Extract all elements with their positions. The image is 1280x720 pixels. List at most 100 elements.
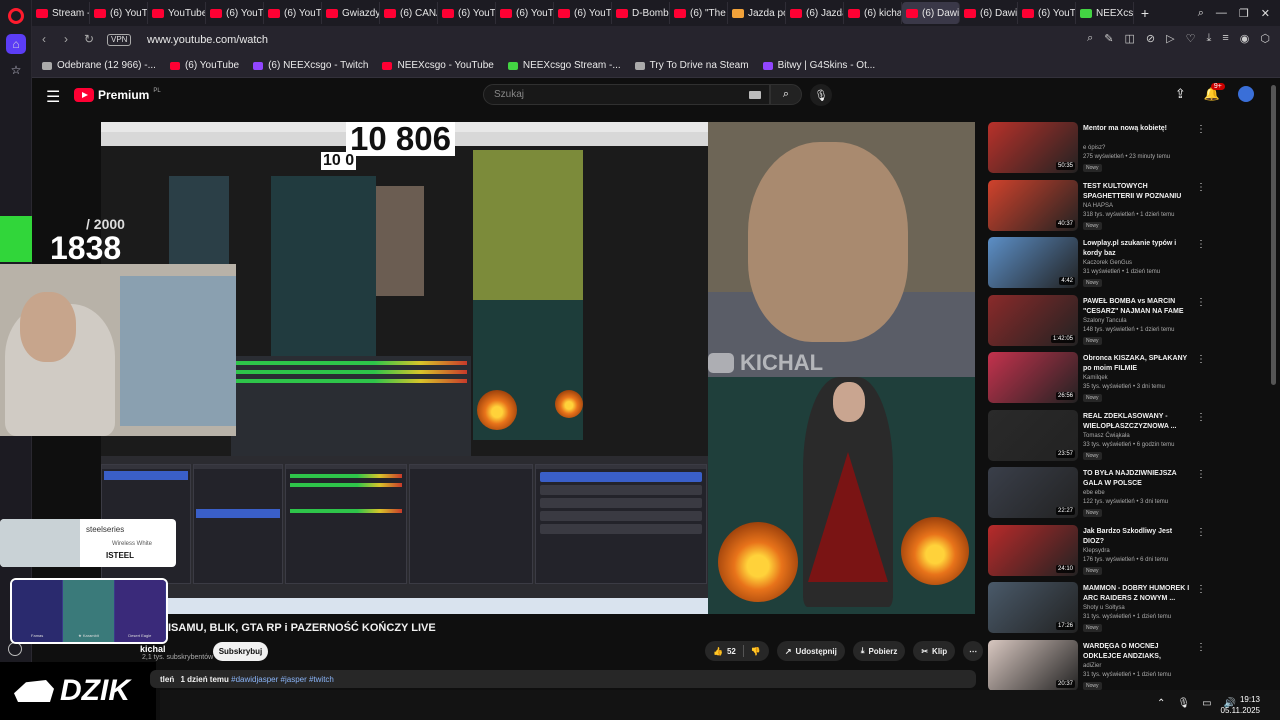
video-title[interactable]: MAMMON - DOBRY HUMOREK I ARC RAIDERS Z N… bbox=[1083, 584, 1191, 604]
video-title[interactable]: TO BYŁA NAJDZIWNIEJSZA GALA W POLSCE bbox=[1083, 469, 1191, 489]
video-thumbnail[interactable]: 50:35 bbox=[988, 122, 1078, 173]
browser-tab[interactable]: (6) YouTu bbox=[206, 2, 264, 24]
browser-tab[interactable]: D-Bomb bbox=[612, 2, 670, 24]
adblock-icon[interactable]: ⊘ bbox=[1146, 32, 1155, 45]
more-actions-button[interactable]: ⋯ bbox=[963, 641, 984, 661]
channel-name[interactable]: NA HAPSA bbox=[1083, 203, 1113, 209]
new-tab-icon[interactable]: + bbox=[1134, 2, 1156, 24]
taskbar-clock[interactable]: 19:13 05.11.2025 bbox=[1221, 694, 1260, 716]
recommended-video[interactable]: 20:37 WARDĘGA O MOCNEJ ODKLEJCE ANDZIAKS,… bbox=[988, 639, 1270, 692]
subscribe-button[interactable]: Subskrybuj bbox=[213, 642, 268, 661]
search-input[interactable]: Szukaj bbox=[483, 84, 770, 105]
more-vert-icon[interactable]: ⋮ bbox=[1196, 297, 1206, 308]
edit-icon[interactable]: ✎ bbox=[1104, 32, 1113, 45]
download-icon[interactable]: ⤓ bbox=[1206, 32, 1211, 45]
close-icon[interactable]: ✕ bbox=[1261, 7, 1270, 20]
video-title[interactable]: Obronca KISZAKA, SPŁAKANY po moim FILMIE bbox=[1083, 354, 1191, 374]
recommended-video[interactable]: 24:10 Jak Bardzo Szkodliwy Jest DIOZ? Klep… bbox=[988, 524, 1270, 577]
video-thumbnail[interactable]: 1:42:05 bbox=[988, 294, 1078, 346]
youtube-premium-logo[interactable]: Premium PL bbox=[74, 88, 161, 102]
reload-icon[interactable]: ↻ bbox=[84, 32, 94, 46]
opera-logo-icon[interactable] bbox=[8, 8, 24, 24]
voice-search-button[interactable]: 🎙 bbox=[810, 84, 832, 106]
description-box[interactable]: tleń 1 dzień temu #dawidjasper #jasper #… bbox=[150, 670, 976, 688]
recommended-video[interactable]: 50:35 Mentor ma nową kobietę! e ópisz? 275 … bbox=[988, 122, 1270, 174]
more-vert-icon[interactable]: ⋮ bbox=[1196, 354, 1206, 365]
recommended-video[interactable]: 26:56 Obronca KISZAKA, SPŁAKANY po moim F… bbox=[988, 352, 1270, 404]
more-vert-icon[interactable]: ⋮ bbox=[1196, 527, 1206, 538]
player-icon[interactable]: ▷ bbox=[1166, 32, 1174, 45]
like-button[interactable]: 👍 52 👎 bbox=[705, 641, 769, 661]
channel-name[interactable]: Klepsydra bbox=[1083, 548, 1110, 554]
profile-icon[interactable]: ◉ bbox=[1240, 32, 1250, 45]
bookmark-item[interactable]: Odebrane (12 966) -... bbox=[42, 60, 156, 71]
video-thumbnail[interactable]: 20:37 bbox=[988, 639, 1078, 691]
browser-tab[interactable]: Stream - I bbox=[32, 2, 90, 24]
browser-tab[interactable]: (6) YouTu bbox=[1018, 2, 1076, 24]
workspace-home-icon[interactable]: ⌂ bbox=[6, 34, 26, 54]
video-title[interactable]: Mentor ma nową kobietę! bbox=[1083, 124, 1191, 134]
browser-tab[interactable]: Gwiazdy bbox=[322, 2, 380, 24]
recommended-video[interactable]: 23:57 REAL ZDEKLASOWANY - WIELOPŁASZCZYZN… bbox=[988, 409, 1270, 462]
video-thumbnail[interactable]: 22:27 bbox=[988, 467, 1078, 518]
channel-name[interactable]: Kaczorek GenGus bbox=[1083, 260, 1132, 266]
more-vert-icon[interactable]: ⋮ bbox=[1196, 124, 1206, 135]
channel-name[interactable]: Tomasz Ćwiąkała bbox=[1083, 433, 1130, 439]
video-thumbnail[interactable]: 23:57 bbox=[988, 409, 1078, 461]
star-icon[interactable]: ☆ bbox=[6, 60, 26, 80]
browser-tab[interactable]: (6) Dawid bbox=[960, 2, 1018, 24]
browser-tab[interactable]: (6) kichal bbox=[844, 2, 902, 24]
browser-tab[interactable]: (6) Jazda bbox=[786, 2, 844, 24]
search-tabs-icon[interactable]: ⌕ bbox=[1198, 7, 1204, 20]
recommended-video[interactable]: 17:26 MAMMON - DOBRY HUMOREK I ARC RAIDER… bbox=[988, 582, 1270, 634]
snapshot-icon[interactable]: ◫ bbox=[1125, 32, 1135, 45]
forward-icon[interactable]: › bbox=[64, 32, 68, 46]
bookmark-item[interactable]: (6) NEEXcsgo - Twitch bbox=[253, 60, 368, 71]
search-button[interactable]: ⌕ bbox=[770, 84, 802, 105]
url-field[interactable]: www.youtube.com/watch bbox=[147, 34, 268, 46]
hamburger-menu-icon[interactable]: ☰ bbox=[46, 87, 60, 107]
recommended-video[interactable]: 40:37 TEST KULTOWYCH SPAGHETTERII W POZNA… bbox=[988, 179, 1270, 232]
clip-button[interactable]: ✂ Klip bbox=[913, 641, 956, 661]
browser-tab[interactable]: (6) YouTu bbox=[496, 2, 554, 24]
bookmark-item[interactable]: Bitwy | G4Skins - Ot... bbox=[762, 60, 875, 71]
browser-tab[interactable]: YouTube bbox=[148, 2, 206, 24]
browser-tab[interactable]: Jazda po bbox=[728, 2, 786, 24]
network-icon[interactable]: ▭ bbox=[1202, 698, 1211, 709]
description-tags[interactable]: #dawidjasper #jasper #twitch bbox=[231, 675, 334, 684]
vpn-badge[interactable]: VPN bbox=[107, 34, 132, 46]
account-avatar[interactable] bbox=[1238, 86, 1254, 102]
video-title[interactable]: WARDĘGA O MOCNEJ ODKLEJCE ANDZIAKS, UPAD… bbox=[1083, 642, 1191, 662]
browser-tab[interactable]: (6) YouTu bbox=[264, 2, 322, 24]
channel-name[interactable]: ebe ebe bbox=[1083, 490, 1105, 496]
video-title[interactable]: REAL ZDEKLASOWANY - WIELOPŁASZCZYZNOWA .… bbox=[1083, 412, 1191, 432]
more-vert-icon[interactable]: ⋮ bbox=[1196, 182, 1206, 193]
channel-name[interactable]: e ópisz? bbox=[1083, 145, 1105, 151]
chevron-up-icon[interactable]: ⌃ bbox=[1157, 698, 1165, 709]
upload-icon[interactable]: ⇪ bbox=[1175, 86, 1186, 102]
notifications-bell-icon[interactable]: 🔔 9+ bbox=[1204, 83, 1225, 102]
history-clock-icon[interactable] bbox=[8, 642, 22, 656]
more-vert-icon[interactable]: ⋮ bbox=[1196, 469, 1206, 480]
browser-tab[interactable]: (6) CANA bbox=[380, 2, 438, 24]
page-scrollbar[interactable] bbox=[1271, 85, 1276, 385]
channel-name[interactable]: Kamilqek bbox=[1083, 375, 1108, 381]
more-vert-icon[interactable]: ⋮ bbox=[1196, 642, 1206, 653]
channel-name[interactable]: kichal bbox=[140, 644, 166, 654]
video-thumbnail[interactable]: 26:56 bbox=[988, 352, 1078, 403]
bookmark-item[interactable]: (6) YouTube bbox=[169, 60, 239, 71]
back-icon[interactable]: ‹ bbox=[42, 32, 46, 46]
browser-tab[interactable]: (6) Dawid Ja bbox=[902, 2, 960, 24]
video-title[interactable]: Lowplay.pl szukanie typów i kordy baz bbox=[1083, 239, 1191, 259]
microphone-icon[interactable]: 🎙 bbox=[1177, 698, 1190, 709]
video-thumbnail[interactable]: 17:26 bbox=[988, 582, 1078, 633]
channel-name[interactable]: Shoty u Sołtysa bbox=[1083, 605, 1125, 611]
video-thumbnail[interactable]: 4:42 bbox=[988, 237, 1078, 288]
keyboard-icon[interactable] bbox=[749, 91, 761, 99]
more-vert-icon[interactable]: ⋮ bbox=[1196, 412, 1206, 423]
zoom-icon[interactable]: ⌕ bbox=[1087, 32, 1093, 45]
minimize-icon[interactable]: — bbox=[1216, 7, 1227, 19]
bookmark-item[interactable]: NEEXcsgo Stream -... bbox=[507, 60, 621, 71]
video-title[interactable]: PAWEŁ BOMBA vs MARCIN "CESARZ" NAJMAN NA… bbox=[1083, 297, 1191, 317]
video-thumbnail[interactable]: 24:10 bbox=[988, 524, 1078, 576]
